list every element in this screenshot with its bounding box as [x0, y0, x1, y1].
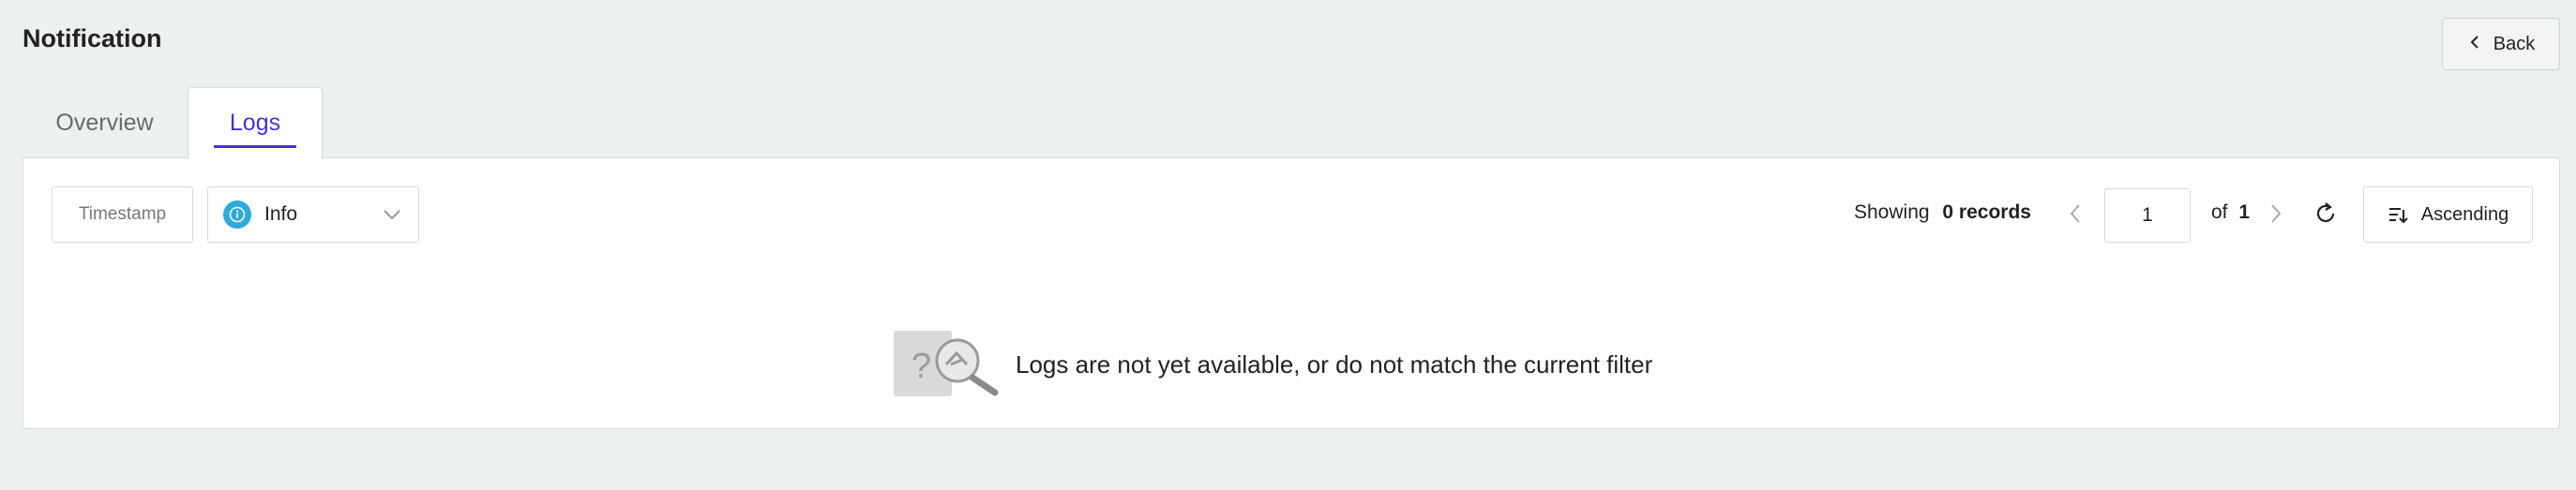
tab-overview[interactable]: Overview	[23, 87, 187, 158]
sort-order-label: Ascending	[2420, 203, 2509, 225]
log-level-select[interactable]: Info	[207, 186, 419, 243]
records-text: 0 records	[1942, 201, 2031, 223]
back-button[interactable]: Back	[2442, 18, 2560, 70]
empty-state-message: Logs are not yet available, or do not ma…	[1016, 349, 1653, 379]
chevron-left-icon	[2467, 34, 2482, 55]
page-title: Notification	[23, 24, 162, 52]
refresh-icon[interactable]	[2312, 200, 2340, 228]
timestamp-filter-label: Timestamp	[78, 204, 167, 224]
info-icon	[223, 200, 251, 229]
chevron-down-icon	[384, 210, 400, 220]
tab-overview-label: Overview	[55, 109, 154, 136]
sort-ascending-icon	[2388, 208, 2408, 224]
next-page-button[interactable]	[2267, 201, 2285, 226]
total-pages: 1	[2238, 201, 2251, 223]
empty-search-illustration: ?	[894, 331, 999, 396]
of-label: of	[2211, 201, 2228, 223]
svg-text:?: ?	[911, 347, 931, 386]
sort-order-button[interactable]: Ascending	[2363, 186, 2533, 243]
page-number-input[interactable]	[2104, 188, 2191, 243]
records-count: Showing 0 records	[1854, 201, 2031, 224]
timestamp-filter-button[interactable]: Timestamp	[52, 186, 193, 243]
log-level-value: Info	[264, 203, 298, 225]
logs-panel: Timestamp Info Showing 0 records of 1	[23, 157, 2560, 429]
page-total: of 1	[2211, 201, 2250, 224]
back-button-label: Back	[2493, 33, 2536, 54]
tab-logs[interactable]: Logs	[188, 87, 323, 158]
tab-logs-label: Logs	[229, 110, 281, 136]
active-tab-indicator	[214, 145, 296, 148]
empty-state: ? Logs are not yet available, or do not …	[892, 329, 1652, 400]
showing-label: Showing	[1854, 201, 1930, 223]
previous-page-button[interactable]	[2066, 201, 2085, 226]
